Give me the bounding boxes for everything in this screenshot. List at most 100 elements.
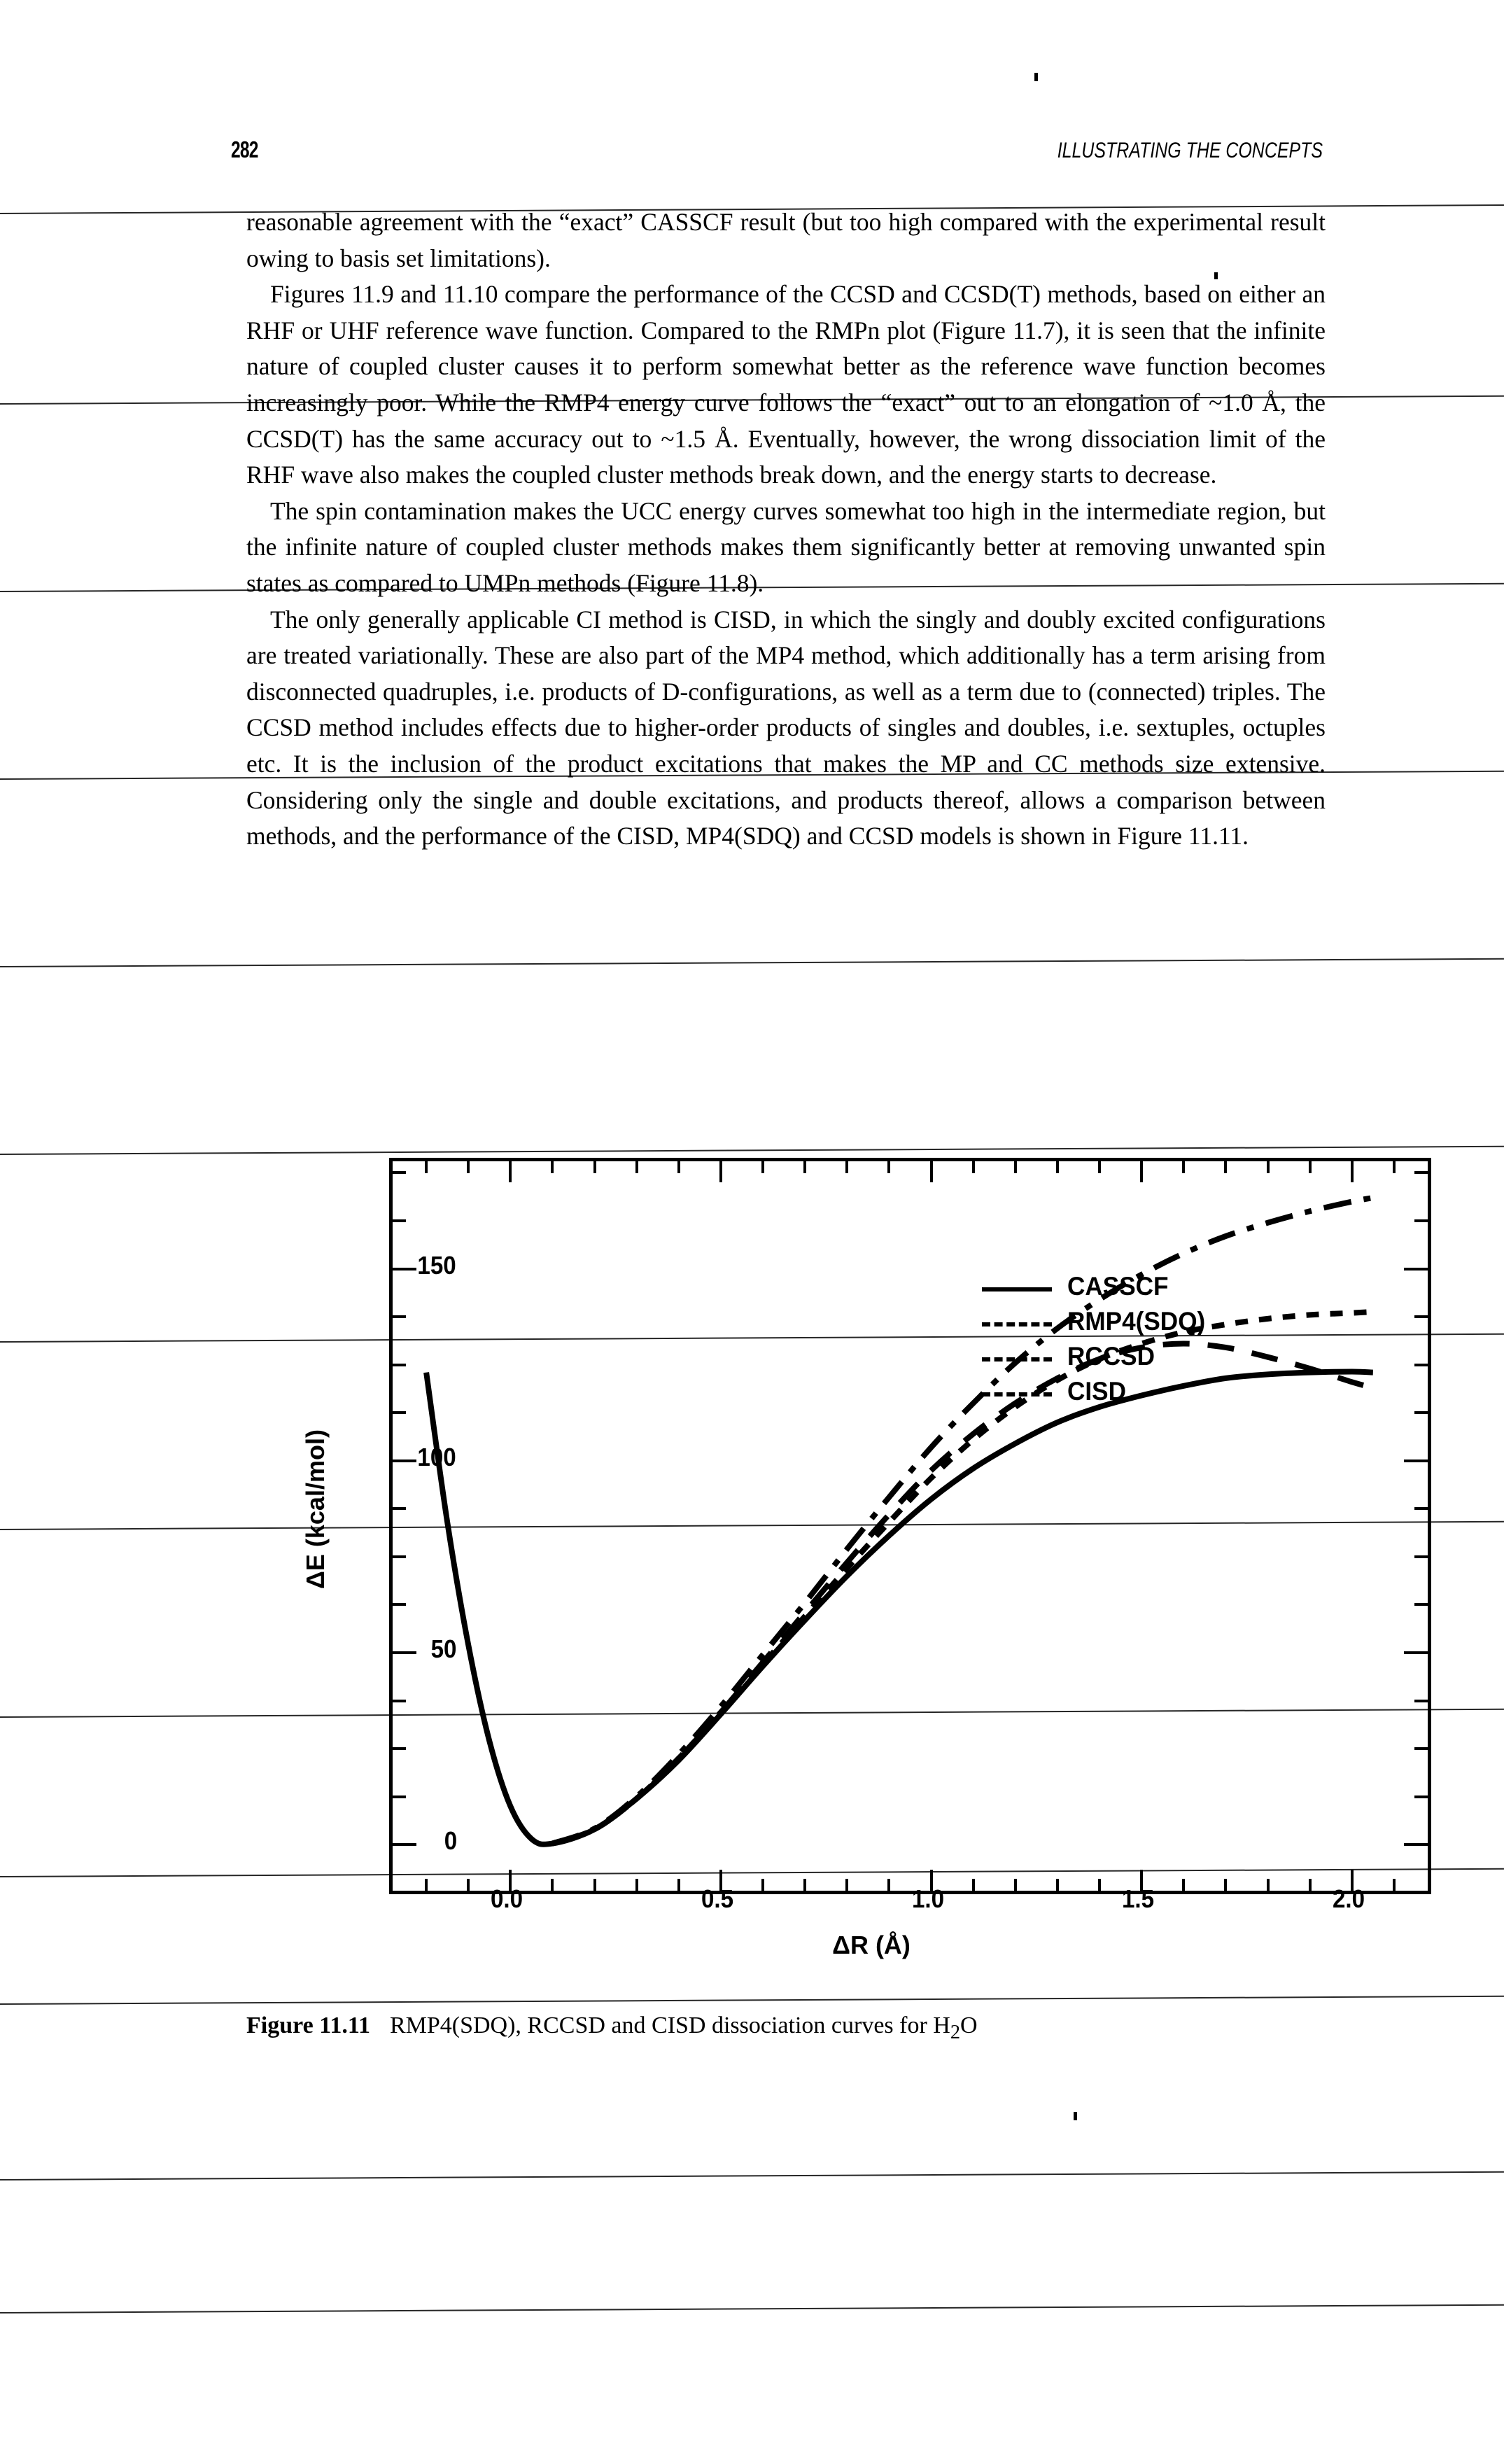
axis-tick [1414,1171,1428,1175]
y-tick-label: 50 [430,1634,457,1663]
axis-tick [761,1879,765,1891]
axis-tick [1392,1161,1396,1173]
x-tick-label: 1.0 [911,1884,944,1913]
axis-tick [1055,1879,1059,1891]
axis-tick [393,1555,406,1558]
x-tick-label: 1.5 [1122,1884,1155,1913]
legend-label-rmp4sdq: RMP4(SDQ) [1067,1307,1206,1336]
paragraph: reasonable agreement with the “exact” CA… [246,208,1326,272]
axis-tick [1414,1699,1428,1702]
axis-tick [1224,1879,1228,1891]
legend-item-rccsd: RCCSD [982,1342,1283,1378]
axis-tick [1266,1879,1270,1891]
axis-tick [467,1161,470,1173]
paragraph: Figures 11.9 and 11.10 compare the perfo… [246,280,1326,489]
y-tick-label: 100 [417,1442,456,1471]
axis-tick [1013,1161,1017,1173]
axis-tick [551,1161,554,1173]
axis-tick [393,1843,416,1847]
y-axis-title: ΔE (kcal/mol) [301,1429,330,1589]
axis-tick [803,1161,807,1173]
axis-tick [1414,1411,1428,1415]
figure-caption: Figure 11.11 RMP4(SDQ), RCCSD and CISD di… [246,2012,1331,2044]
axis-tick [1308,1879,1312,1891]
axis-tick [393,1651,416,1654]
axis-tick [1098,1161,1102,1173]
axis-tick [803,1879,807,1891]
axis-tick [393,1699,406,1702]
axis-tick [393,1315,406,1319]
running-head: 282 ILLUSTRATING THE CONCEPTS [231,137,1323,169]
legend-label-cisd: CISD [1067,1377,1126,1406]
axis-tick [393,1603,406,1606]
axis-tick [1098,1879,1102,1891]
y-tick-label: 0 [444,1826,458,1856]
axis-tick [1392,1879,1396,1891]
axis-tick [393,1459,416,1462]
axis-tick [393,1795,406,1798]
figure-caption-subscript: 2 [950,2021,961,2043]
axis-tick [1414,1315,1428,1319]
axis-tick [551,1879,554,1891]
figure-11-11: CASSCF RMP4(SDQ) RCCSD CISD 0.0 0.5 1.0 1.5… [0,1141,1504,1959]
axis-tick [1182,1161,1186,1173]
axis-tick [509,1161,512,1182]
scan-artifact-line [0,1995,1504,2005]
scan-speck [1034,73,1038,81]
figure-caption-text: RMP4(SDQ), RCCSD and CISD dissociation c… [389,2012,950,2038]
legend-swatch-cisd [982,1392,1052,1396]
legend-item-casscf: CASSCF [982,1272,1283,1308]
series-casscf [423,1368,1374,1847]
axis-tick [1055,1161,1059,1173]
legend-item-cisd: CISD [982,1377,1283,1413]
axis-tick [845,1879,849,1891]
scan-artifact-line [0,2304,1504,2314]
x-tick-label: 0.5 [701,1884,733,1913]
axis-tick [1013,1879,1017,1891]
axis-tick [425,1879,428,1891]
axis-tick [1140,1161,1144,1182]
scan-speck [1214,272,1218,279]
axis-tick [1404,1843,1428,1847]
page-number: 282 [231,137,258,163]
axis-tick [929,1161,933,1182]
axis-tick [761,1161,765,1173]
legend-item-rmp4sdq: RMP4(SDQ) [982,1307,1283,1343]
x-tick-label: 0.0 [491,1884,523,1913]
figure-caption-number: Figure 11.11 [246,2012,370,2038]
axis-tick [1414,1219,1428,1222]
axis-tick [1224,1161,1228,1173]
axis-tick [1414,1795,1428,1798]
axis-tick [393,1363,406,1366]
axis-tick [1404,1267,1428,1270]
axis-tick [467,1879,470,1891]
axis-tick [719,1161,722,1182]
axis-tick [1414,1747,1428,1751]
axis-tick [1182,1879,1186,1891]
axis-tick [677,1161,680,1173]
axis-tick [393,1507,406,1511]
axis-tick [971,1161,975,1173]
axis-tick [1404,1651,1428,1654]
legend-label-rccsd: RCCSD [1067,1342,1155,1371]
chart-legend: CASSCF RMP4(SDQ) RCCSD CISD [982,1272,1283,1413]
axis-tick [393,1747,406,1751]
axis-tick [845,1161,849,1173]
axis-tick [1414,1507,1428,1511]
axis-tick [635,1879,638,1891]
axis-tick [425,1161,428,1173]
x-tick-label: 2.0 [1332,1884,1365,1913]
axis-tick [1350,1161,1354,1182]
axis-tick [971,1879,975,1891]
axis-tick [677,1879,680,1891]
running-head-title: ILLUSTRATING THE CONCEPTS [1057,139,1323,163]
legend-swatch-rccsd [982,1357,1052,1362]
axis-tick [887,1879,891,1891]
axis-tick [887,1161,891,1173]
body-text: reasonable agreement with the “exact” CA… [246,204,1326,855]
axis-tick [1404,1459,1428,1462]
axis-tick [593,1879,596,1891]
axis-tick [393,1267,416,1270]
legend-swatch-rmp4sdq [982,1322,1052,1326]
axis-tick [593,1161,596,1173]
